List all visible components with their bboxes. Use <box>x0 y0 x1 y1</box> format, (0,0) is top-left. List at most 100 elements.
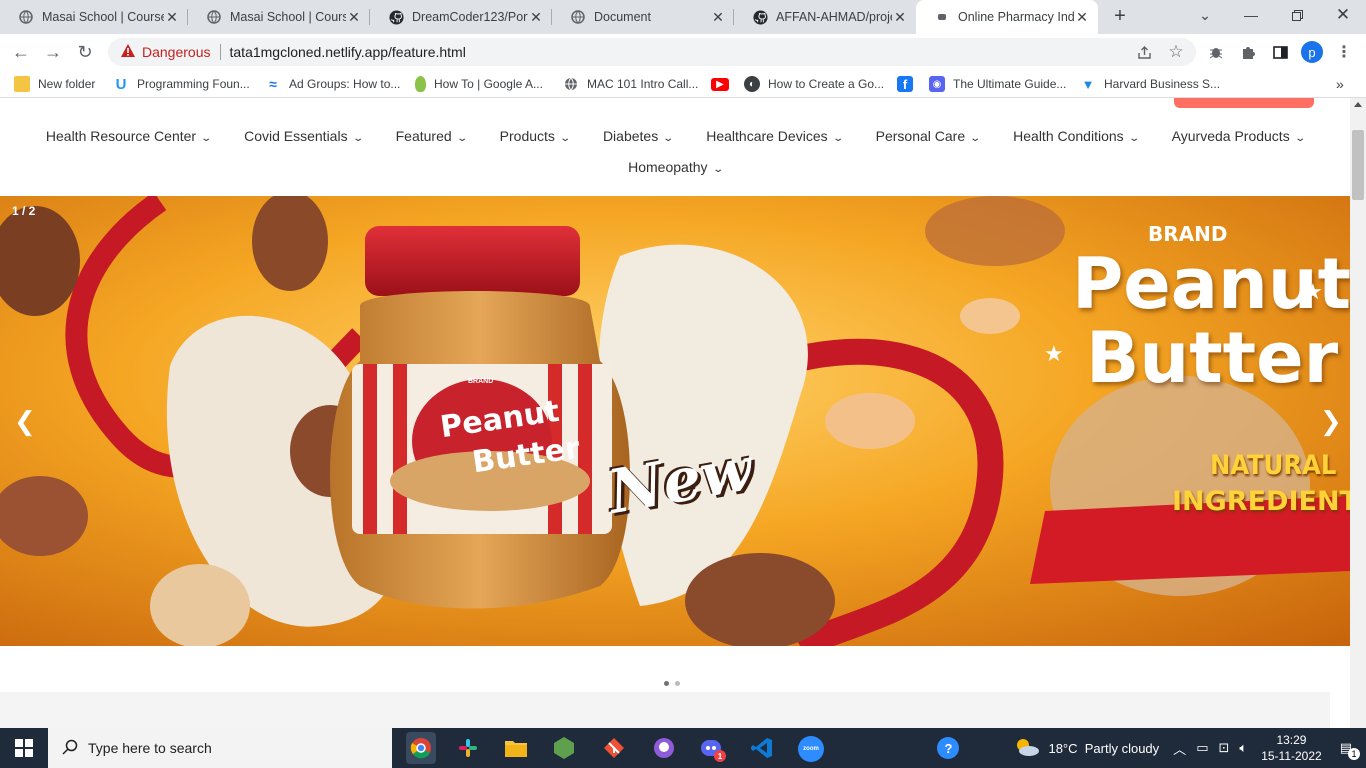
clock[interactable]: 13:29 15-11-2022 <box>1261 732 1322 764</box>
youtube-icon: ▶ <box>711 77 729 91</box>
bookmark-item[interactable]: New folder <box>14 75 95 93</box>
side-panel-icon[interactable] <box>1270 42 1290 62</box>
nodejs-icon[interactable] <box>552 736 576 760</box>
extension-bug-icon[interactable] <box>1206 42 1226 62</box>
close-window-button[interactable]: ✕ <box>1320 0 1366 30</box>
bookmark-item[interactable]: f <box>897 75 921 93</box>
menu-kebab-icon[interactable]: ⋮ <box>1334 42 1354 62</box>
file-explorer-icon[interactable] <box>504 736 528 760</box>
weather-text[interactable]: 18°C Partly cloudy <box>1048 741 1159 756</box>
discord-taskbar-icon[interactable]: 1 <box>700 736 726 762</box>
reload-button[interactable]: ↻ <box>73 40 97 64</box>
browser-tab[interactable]: AFFAN-AHMAD/proje ✕ <box>734 0 916 34</box>
taskbar-search-box[interactable]: Type here to search <box>48 728 392 768</box>
chevron-down-icon: ⌄ <box>455 133 468 144</box>
tab-title: Document <box>594 10 651 24</box>
minimize-button[interactable]: — <box>1228 0 1274 30</box>
discord-icon: ◉ <box>929 76 945 92</box>
close-tab-icon[interactable]: ✕ <box>892 9 908 26</box>
close-tab-icon[interactable]: ✕ <box>528 9 544 26</box>
address-bar[interactable]: Dangerous tata1mgcloned.netlify.app/feat… <box>108 38 1196 66</box>
discord-badge: 1 <box>714 750 726 762</box>
security-status[interactable]: Dangerous <box>142 44 211 60</box>
nav-ayurveda-products[interactable]: Ayurveda Products ⌄ <box>1172 122 1306 153</box>
forward-button[interactable]: → <box>41 40 65 64</box>
chevron-down-icon: ⌄ <box>200 133 213 144</box>
clock-time: 13:29 <box>1276 733 1307 747</box>
chevron-down-icon: ⌄ <box>1294 133 1306 144</box>
nav-label: Personal Care <box>875 128 966 144</box>
zoom-icon[interactable]: zoom <box>798 736 824 762</box>
bookmark-item[interactable]: MAC 101 Intro Call... <box>563 75 698 93</box>
bookmark-label: The Ultimate Guide... <box>953 77 1067 91</box>
circle-icon: ◐ <box>744 76 760 92</box>
notification-icon[interactable]: ▤ 1 <box>1340 740 1360 760</box>
bookmark-item[interactable]: How To | Google A... <box>415 75 543 93</box>
windows-start-icon[interactable] <box>12 736 36 760</box>
bookmark-item[interactable]: ▼ Harvard Business S... <box>1080 75 1220 93</box>
bookmark-item[interactable]: ◉ The Ultimate Guide... <box>929 75 1066 93</box>
profile-avatar[interactable]: p <box>1301 41 1323 63</box>
nav-homeopathy[interactable]: Homeopathy ⌄ <box>628 153 723 184</box>
back-button[interactable]: ← <box>9 40 33 64</box>
browser-tab[interactable]: Masai School | Course ✕ <box>188 0 370 34</box>
close-tab-icon[interactable]: ✕ <box>1074 9 1090 26</box>
carousel-dot[interactable] <box>675 681 680 686</box>
tab-search-icon[interactable]: ⌄ <box>1182 0 1228 30</box>
weather-icon[interactable] <box>1014 737 1040 760</box>
vscode-icon[interactable] <box>750 736 774 760</box>
network-icon[interactable]: ⊡ <box>1218 740 1229 756</box>
share-icon[interactable] <box>1134 42 1154 62</box>
volume-icon[interactable]: 🔈︎ <box>1239 740 1247 756</box>
close-tab-icon[interactable]: ✕ <box>710 9 726 26</box>
new-tab-button[interactable]: + <box>1108 5 1132 29</box>
restore-button[interactable] <box>1274 0 1320 30</box>
bookmark-label: New folder <box>38 77 96 91</box>
chrome-icon[interactable] <box>406 732 436 764</box>
close-tab-icon[interactable]: ✕ <box>164 9 180 26</box>
nav-diabetes[interactable]: Diabetes ⌄ <box>603 122 674 153</box>
browser-tab[interactable]: Document ✕ <box>552 0 734 34</box>
git-icon[interactable] <box>602 736 626 760</box>
scroll-up-icon[interactable] <box>1354 102 1362 107</box>
browser-tab-active[interactable]: Online Pharmacy India ✕ <box>916 0 1098 34</box>
url-text[interactable]: tata1mgcloned.netlify.app/feature.html <box>230 44 466 60</box>
carousel-prev-button[interactable]: ❮ <box>14 406 36 437</box>
help-icon[interactable]: ? <box>937 737 960 759</box>
github-desktop-icon[interactable] <box>652 736 676 760</box>
github-icon <box>752 9 768 25</box>
bookmark-item[interactable]: ▶ <box>711 75 737 93</box>
extensions-puzzle-icon[interactable] <box>1238 42 1258 62</box>
nav-health-resource-center[interactable]: Health Resource Center ⌄ <box>46 122 213 153</box>
nav-covid-essentials[interactable]: Covid Essentials ⌄ <box>244 122 364 153</box>
carousel-next-button[interactable]: ❯ <box>1320 406 1342 437</box>
browser-tab[interactable]: DreamCoder123/Portf ✕ <box>370 0 552 34</box>
headline-butter: Butter <box>1086 317 1339 399</box>
page-scrollbar[interactable] <box>1350 98 1366 728</box>
browser-tab[interactable]: Masai School | Course ✕ <box>0 0 188 34</box>
close-tab-icon[interactable]: ✕ <box>346 9 362 26</box>
nav-label: Products <box>499 128 555 144</box>
carousel-dot-active[interactable] <box>664 681 669 686</box>
slack-icon[interactable] <box>456 736 480 760</box>
header-button-edge[interactable] <box>1174 98 1314 108</box>
nav-products[interactable]: Products ⌄ <box>499 122 571 153</box>
bookmark-item[interactable]: ≈ Ad Groups: How to... <box>265 75 400 93</box>
bookmarks-bar: New folder U Programming Foun... ≈ Ad Gr… <box>0 70 1366 98</box>
battery-icon[interactable]: ▭ <box>1196 740 1208 756</box>
nav-healthcare-devices[interactable]: Healthcare Devices ⌄ <box>706 122 844 153</box>
nav-health-conditions[interactable]: Health Conditions ⌄ <box>1013 122 1140 153</box>
nav-featured[interactable]: Featured ⌄ <box>396 122 468 153</box>
more-bookmarks-icon[interactable]: » <box>1336 75 1344 93</box>
clock-date: 15-11-2022 <box>1261 749 1322 763</box>
bookmark-item[interactable]: U Programming Foun... <box>113 75 250 93</box>
globe-icon <box>206 9 222 25</box>
bookmark-label: How To | Google A... <box>434 77 543 91</box>
bookmark-star-icon[interactable]: ☆ <box>1166 42 1186 62</box>
scrollbar-thumb[interactable] <box>1352 130 1364 200</box>
bookmark-item[interactable]: ◐ How to Create a Go... <box>744 75 884 93</box>
chevron-up-icon[interactable]: ︿ <box>1173 739 1186 758</box>
chevron-down-icon: ⌄ <box>831 133 844 144</box>
nav-personal-care[interactable]: Personal Care ⌄ <box>875 122 982 153</box>
search-icon <box>62 739 78 758</box>
